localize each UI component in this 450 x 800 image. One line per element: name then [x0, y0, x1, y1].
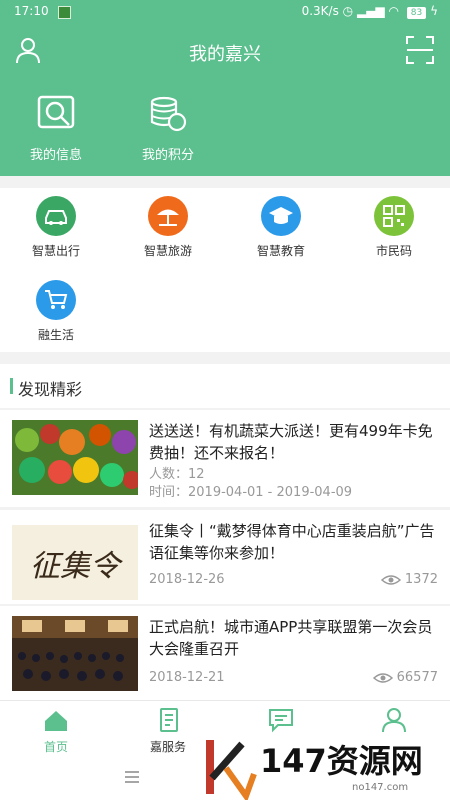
news-participants: 人数：12 — [149, 467, 205, 482]
tab-home-label: 首页 — [43, 740, 68, 754]
conference-thumbnail — [12, 616, 138, 691]
wifi-icon: ◠ — [388, 4, 399, 18]
header: 我的嘉兴 我的信息 我的积分 — [0, 24, 450, 176]
thumbnail-text: 征集令 — [30, 548, 120, 584]
news-date: 2018-12-26 — [149, 572, 225, 587]
status-right: 0.3K/s ◷ ▂▄▆ ◠ 83 ϟ — [302, 4, 438, 19]
service-tourism-label: 智慧旅游 — [143, 244, 192, 258]
tab-services[interactable]: 嘉服务 — [128, 707, 208, 755]
my-info-label: 我的信息 — [29, 148, 82, 163]
news-title: 送送送！有机蔬菜大派送！更有499年卡免费抽！还不来报名！ — [149, 422, 433, 462]
news-item[interactable]: 征集令 征集令丨“戴梦得体育中心店重装启航”广告语征集等你来参加！ 2018-1… — [0, 510, 450, 604]
battery-icon: 83 — [406, 7, 427, 19]
graduation-cap-icon — [261, 196, 301, 236]
notification-icon — [58, 6, 71, 19]
section-accent-bar — [10, 378, 13, 394]
my-info-button[interactable]: 我的信息 — [16, 94, 96, 163]
news-views: 66577 — [372, 670, 438, 685]
service-travel-label: 智慧出行 — [31, 244, 80, 258]
alarm-icon: ◷ — [342, 4, 354, 18]
services-grid: 智慧出行 智慧旅游 智慧教育 市民码 融生活 — [0, 188, 450, 352]
my-points-label: 我的积分 — [141, 148, 194, 163]
service-life-label: 融生活 — [37, 328, 74, 342]
discover-title: 发现精彩 — [18, 380, 83, 399]
charging-icon: ϟ — [430, 4, 438, 18]
scan-icon[interactable] — [406, 36, 434, 64]
search-profile-icon — [37, 95, 75, 129]
chat-icon — [269, 709, 293, 733]
news-item[interactable]: 送送送！有机蔬菜大派送！更有499年卡免费抽！还不来报名！ 人数：12 时间：2… — [0, 410, 450, 507]
news-thumbnail: 征集令 — [12, 525, 138, 600]
service-education[interactable]: 智慧教育 — [225, 196, 337, 259]
network-speed: 0.3K/s — [301, 4, 339, 18]
news-period: 时间：2019-04-01 - 2019-04-09 — [149, 485, 353, 500]
shopping-cart-icon — [36, 280, 76, 320]
news-title: 正式启航！城市通APP共享联盟第一次会员大会隆重召开 — [149, 618, 433, 658]
service-citizen-code[interactable]: 市民码 — [338, 196, 450, 259]
eye-icon — [380, 574, 401, 585]
news-date: 2018-12-21 — [149, 670, 225, 685]
menu-icon[interactable] — [124, 770, 140, 784]
service-travel[interactable]: 智慧出行 — [0, 196, 112, 259]
eye-icon — [372, 672, 393, 683]
watermark-domain: no147.com — [352, 782, 409, 793]
user-icon — [382, 708, 406, 733]
site-watermark: 147资源网 no147.com — [202, 734, 450, 800]
status-bar: 17:10 0.3K/s ◷ ▂▄▆ ◠ 83 ϟ — [0, 0, 450, 24]
service-tourism[interactable]: 智慧旅游 — [112, 196, 224, 259]
views-count: 1372 — [404, 572, 438, 587]
my-points-button[interactable]: 我的积分 — [128, 94, 208, 163]
car-icon — [36, 196, 76, 236]
coins-icon — [150, 96, 187, 132]
discover-section-header: 发现精彩 — [0, 364, 450, 408]
service-education-label: 智慧教育 — [256, 244, 305, 258]
news-title: 征集令丨“戴梦得体育中心店重装启航”广告语征集等你来参加！ — [149, 522, 435, 562]
tab-home[interactable]: 首页 — [16, 707, 96, 755]
service-life[interactable]: 融生活 — [0, 280, 112, 343]
document-icon — [160, 708, 178, 732]
qr-code-icon — [374, 196, 414, 236]
beach-umbrella-icon — [148, 196, 188, 236]
vegetables-thumbnail — [12, 420, 138, 495]
news-views: 1372 — [380, 572, 438, 587]
service-citizen-code-label: 市民码 — [375, 244, 412, 258]
signal-icon: ▂▄▆ — [356, 4, 385, 18]
home-icon — [45, 711, 67, 731]
tab-services-label: 嘉服务 — [149, 740, 186, 754]
status-time: 17:10 — [14, 4, 49, 18]
views-count: 66577 — [396, 670, 438, 685]
news-item[interactable]: 正式启航！城市通APP共享联盟第一次会员大会隆重召开 2018-12-21 66… — [0, 606, 450, 700]
page-title: 我的嘉兴 — [189, 44, 261, 65]
watermark-site-name: 147资源网 — [260, 742, 423, 780]
watermark-logo — [206, 740, 257, 800]
